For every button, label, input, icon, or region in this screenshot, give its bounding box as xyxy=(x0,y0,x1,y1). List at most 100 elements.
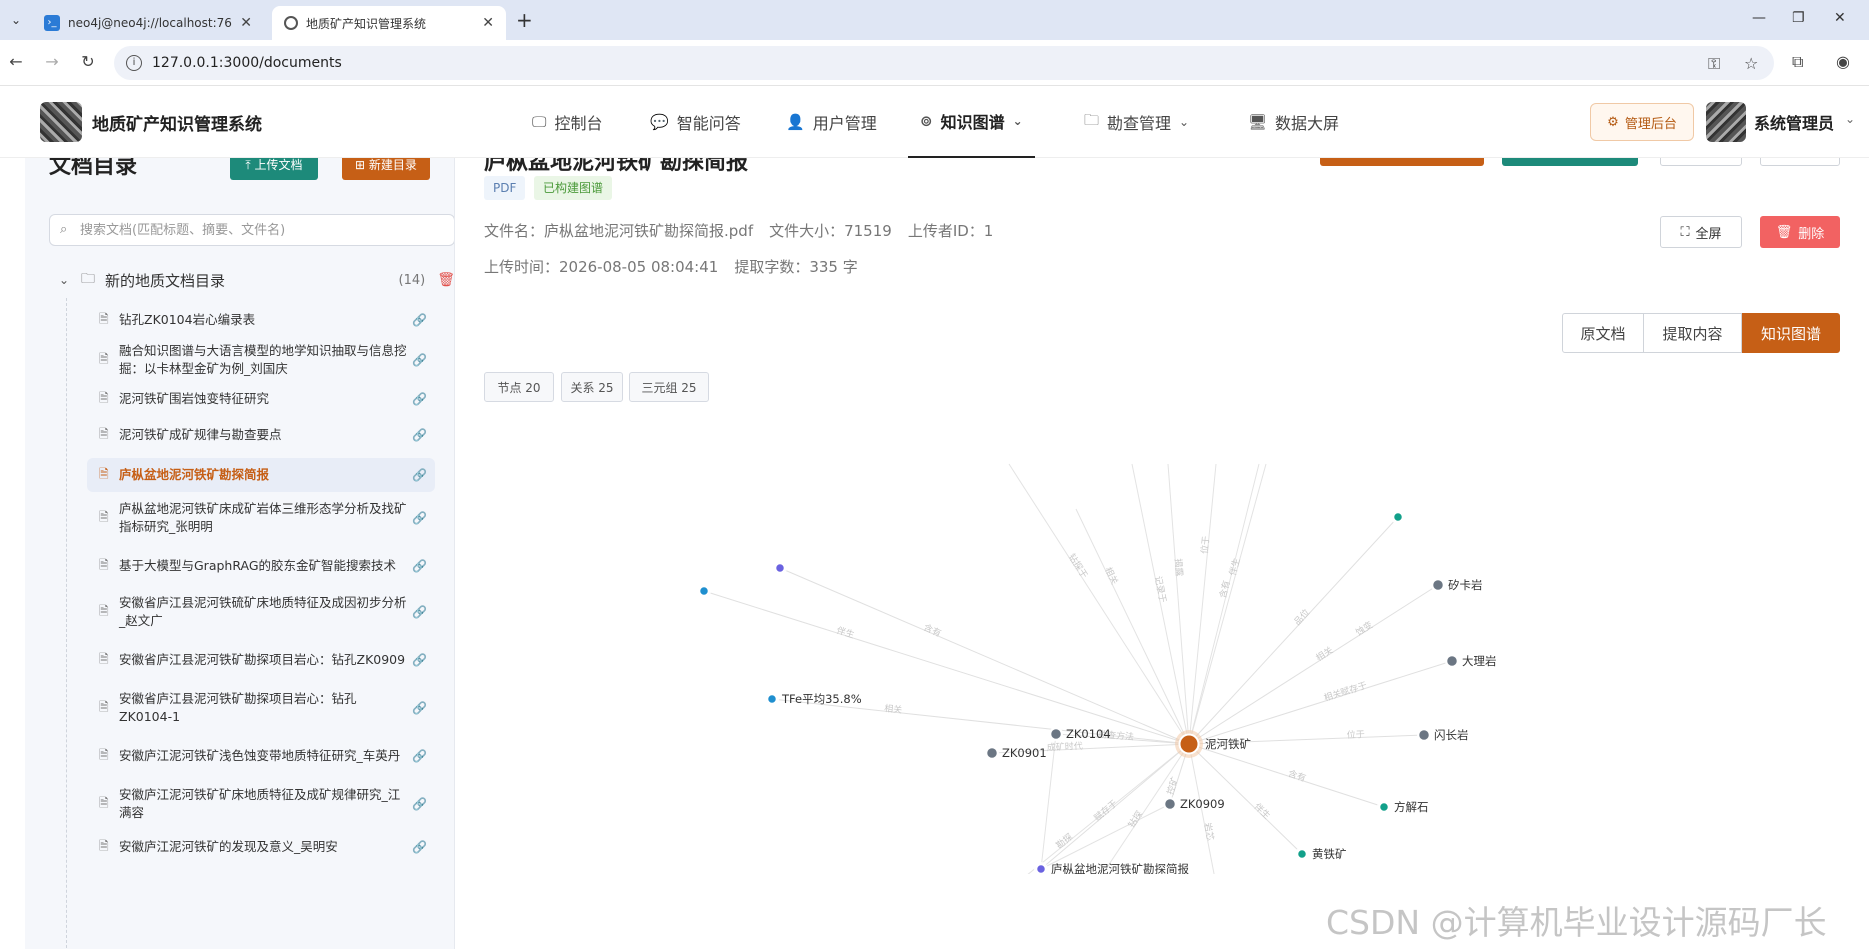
list-item[interactable]: 🗎 安徽省庐江县泥河铁硫矿床地质特征及成因初步分析_赵文广 🔗 xyxy=(87,588,435,636)
url-text[interactable]: 127.0.0.1:3000/documents xyxy=(152,55,342,71)
document-title: 基于大模型与GraphRAG的胶东金矿智能搜索技术 xyxy=(119,558,397,573)
tab-knowledge-graph[interactable]: 知识图谱 xyxy=(1742,313,1840,353)
list-item[interactable]: 🗎 泥河铁矿围岩蚀变特征研究 🔗 xyxy=(87,382,435,416)
forward-icon[interactable]: → xyxy=(42,52,62,71)
toolbar-outline-button[interactable] xyxy=(1660,158,1742,166)
new-tab-icon[interactable]: + xyxy=(516,8,533,32)
chevron-down-icon[interactable]: ⌄ xyxy=(1845,112,1855,126)
site-info-icon[interactable]: i xyxy=(126,55,142,71)
close-tab-icon[interactable]: ✕ xyxy=(240,15,252,31)
close-window-icon[interactable]: ✕ xyxy=(1834,10,1846,26)
link-icon[interactable]: 🔗 xyxy=(409,653,427,667)
nav-knowledge-graph[interactable]: ⊚ 知识图谱 ⌄ xyxy=(908,86,1035,158)
toolbar-green-button[interactable] xyxy=(1502,158,1638,166)
graph-edge-label: 钻探于 xyxy=(1066,551,1091,580)
browser-tab-app[interactable]: 地质矿产知识管理系统 ✕ xyxy=(272,6,506,40)
chat-icon: 💬 xyxy=(650,113,669,131)
new-directory-button[interactable]: ⊞ 新建目录 xyxy=(342,158,430,180)
user-name[interactable]: 系统管理员 xyxy=(1754,110,1834,134)
link-icon[interactable]: 🔗 xyxy=(409,313,427,327)
search-input[interactable] xyxy=(80,219,440,241)
delete-folder-icon[interactable]: 🗑 xyxy=(437,272,454,288)
avatar[interactable] xyxy=(1706,102,1746,142)
toolbar-orange-button[interactable] xyxy=(1320,158,1484,166)
stat-triples: 三元组 25 xyxy=(629,372,709,402)
tab-extracted-content[interactable]: 提取内容 xyxy=(1644,313,1742,353)
document-title: 安徽庐江泥河铁矿的发现及意义_吴明安 xyxy=(119,839,338,854)
nav-users[interactable]: 👤 用户管理 xyxy=(786,86,877,158)
folder-row[interactable]: ⌄ 🗀 新的地质文档目录 (14) 🗑 xyxy=(59,266,454,294)
list-item[interactable]: 🗎 安徽庐江泥河铁矿的发现及意义_吴明安 🔗 xyxy=(87,830,435,864)
graph-edge-label: 含有 xyxy=(1217,579,1233,599)
app-title[interactable]: 地质矿产知识管理系统 xyxy=(92,110,262,135)
link-icon[interactable]: 🔗 xyxy=(409,749,427,763)
app-header: 地质矿产知识管理系统 🖵 控制台 💬 智能问答 👤 用户管理 ⊚ 知识图谱 ⌄ … xyxy=(0,86,1869,158)
link-icon[interactable]: 🔗 xyxy=(409,605,427,619)
reload-icon[interactable]: ↻ xyxy=(78,52,98,71)
graph-node xyxy=(1431,578,1445,592)
document-search[interactable]: ⌕ xyxy=(49,214,454,246)
document-title: 泥河铁矿围岩蚀变特征研究 xyxy=(119,391,270,406)
back-icon[interactable]: ← xyxy=(6,52,26,71)
url-omnibox[interactable]: i 127.0.0.1:3000/documents ⚿ ☆ xyxy=(114,46,1774,80)
profile-icon[interactable]: ◉ xyxy=(1836,52,1850,71)
list-item[interactable]: 🗎 庐枞盆地泥河铁矿床成矿岩体三维形态学分析及找矿指标研究_张明明 🔗 xyxy=(87,494,435,542)
list-item[interactable]: 🗎 安徽庐江泥河铁矿矿床地质特征及成矿规律研究_江满容 🔗 xyxy=(87,780,435,828)
link-icon[interactable]: 🔗 xyxy=(409,701,427,715)
chevron-down-icon[interactable]: ⌄ xyxy=(59,273,81,287)
graph-node-label: TFe平均35.8% xyxy=(781,692,862,706)
list-item[interactable]: 🗎 安徽省庐江县泥河铁矿勘探项目岩心：钻孔ZK0909 🔗 xyxy=(87,636,435,684)
app-logo[interactable] xyxy=(40,102,82,142)
list-item[interactable]: 🗎 钻孔ZK0104岩心编录表 🔗 xyxy=(87,303,435,337)
graph-node xyxy=(985,746,999,760)
password-key-icon[interactable]: ⚿ xyxy=(1708,54,1720,74)
link-icon[interactable]: 🔗 xyxy=(409,468,427,482)
graph-node xyxy=(1049,727,1063,741)
knowledge-graph-canvas[interactable]: 相关赋存于位于含有伴生控矿勘查方法成矿时代相关赋存于含有伴生品位钻探于 相关 记录于… xyxy=(456,404,1869,874)
list-item[interactable]: 🗎 安徽省庐江县泥河铁矿勘探项目岩心：钻孔ZK0104-1 🔗 xyxy=(87,684,435,732)
graph-node xyxy=(1163,797,1177,811)
tab-original-document[interactable]: 原文档 xyxy=(1562,313,1644,353)
nav-data-screen[interactable]: 🖥 数据大屏 xyxy=(1248,86,1339,158)
graph-edge xyxy=(703,590,1190,745)
delete-button[interactable]: 🗑 删除 xyxy=(1760,216,1840,248)
document-title: 融合知识图谱与大语言模型的地学知识抽取与信息挖掘：以卡林型金矿为例_刘国庆 xyxy=(119,343,407,376)
link-icon[interactable]: 🔗 xyxy=(409,840,427,854)
list-item-active[interactable]: 🗎 庐枞盆地泥河铁矿勘探简报 🔗 xyxy=(87,458,435,492)
bookmark-star-icon[interactable]: ☆ xyxy=(1744,54,1758,73)
toolbar-outline-button[interactable] xyxy=(1760,158,1840,166)
link-icon[interactable]: 🔗 xyxy=(409,797,427,811)
restore-icon[interactable]: ❐ xyxy=(1792,10,1805,26)
link-icon[interactable]: 🔗 xyxy=(409,511,427,525)
link-icon[interactable]: 🔗 xyxy=(409,428,427,442)
list-item[interactable]: 🗎 融合知识图谱与大语言模型的地学知识抽取与信息挖掘：以卡林型金矿为例_刘国庆 … xyxy=(87,340,435,380)
list-item[interactable]: 🗎 安徽庐江泥河铁矿浅色蚀变带地质特征研究_车英丹 🔗 xyxy=(87,732,435,780)
user-icon: 👤 xyxy=(786,113,805,131)
link-icon[interactable]: 🔗 xyxy=(409,392,427,406)
fullscreen-button[interactable]: ⛶ 全屏 xyxy=(1660,216,1742,248)
link-icon[interactable]: 🔗 xyxy=(409,353,427,367)
upload-label: 上传文档 xyxy=(254,158,303,172)
nav-dashboard[interactable]: 🖵 控制台 xyxy=(532,86,602,158)
nav-exploration[interactable]: 🗀 勘查管理 ⌄ xyxy=(1084,86,1189,158)
nav-label: 智能问答 xyxy=(676,114,741,133)
close-tab-icon[interactable]: ✕ xyxy=(482,15,494,31)
file-size: 文件大小：71519 xyxy=(769,222,892,240)
folder-icon: 🗀 xyxy=(81,271,95,287)
document-icon: 🗎 xyxy=(99,311,109,326)
nav-qa[interactable]: 💬 智能问答 xyxy=(650,86,741,158)
link-icon[interactable]: 🔗 xyxy=(409,559,427,573)
document-title: 庐枞盆地泥河铁矿床成矿岩体三维形态学分析及找矿指标研究_张明明 xyxy=(119,501,407,534)
graph-node xyxy=(1445,654,1459,668)
graph-edge-label: 蚀变 xyxy=(1353,619,1375,639)
extensions-icon[interactable]: ⧉ xyxy=(1792,52,1803,72)
upload-document-button[interactable]: ⤒ 上传文档 xyxy=(230,158,318,180)
admin-console-button[interactable]: ⚙ 管理后台 xyxy=(1590,103,1694,141)
list-item[interactable]: 🗎 基于大模型与GraphRAG的胶东金矿智能搜索技术 🔗 xyxy=(87,542,435,590)
delete-label: 删除 xyxy=(1798,226,1825,242)
list-item[interactable]: 🗎 泥河铁矿成矿规律与勘查要点 🔗 xyxy=(87,418,435,452)
tab-search-chevron-icon[interactable]: ⌄ xyxy=(6,10,26,30)
minimize-icon[interactable]: — xyxy=(1752,10,1766,26)
graph-node xyxy=(1392,511,1404,523)
browser-tab-neo4j[interactable]: ›_ neo4j@neo4j://localhost:768 ✕ xyxy=(32,6,264,40)
